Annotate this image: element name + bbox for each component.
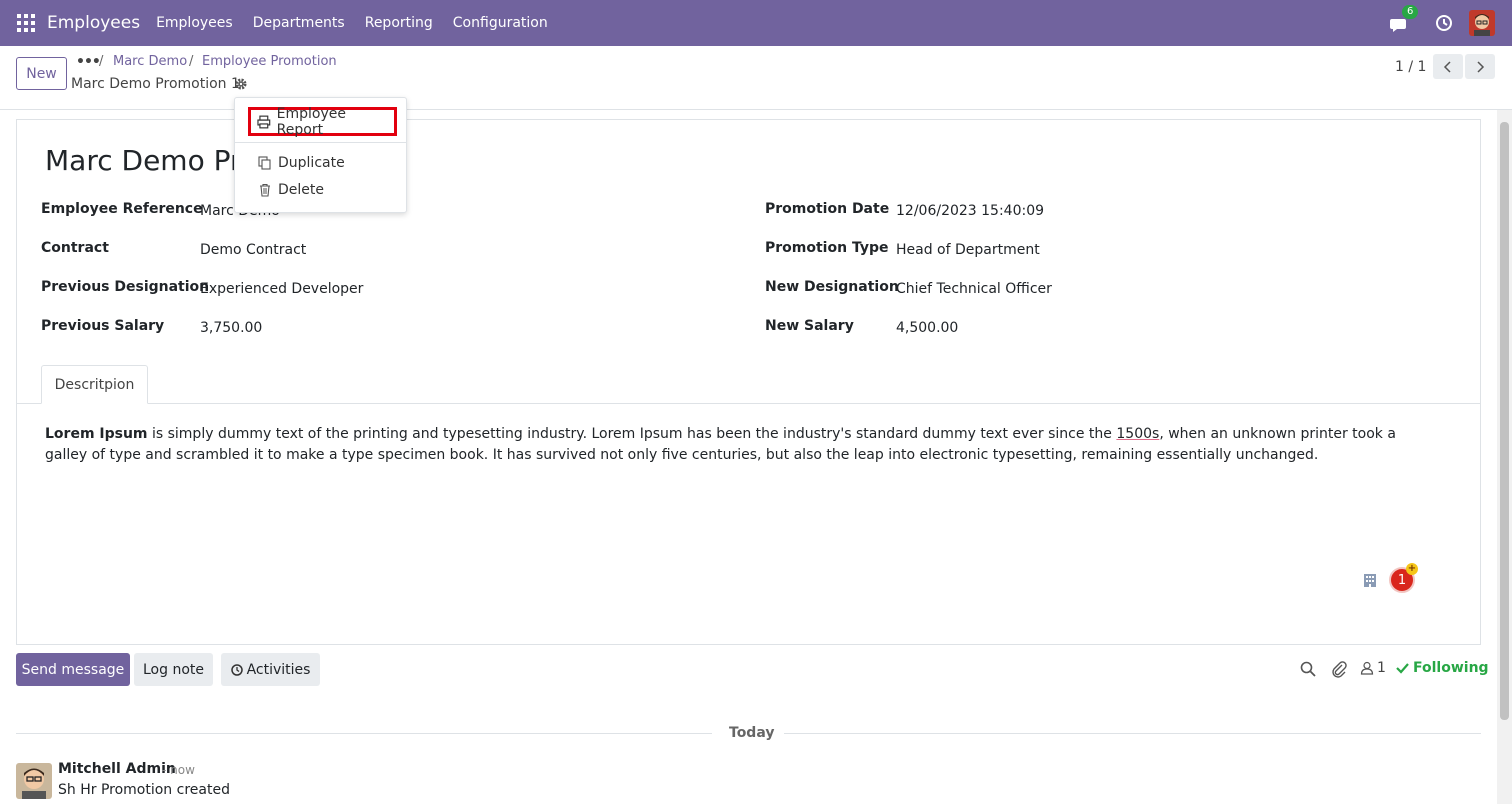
promotion-date-field[interactable]: 12/06/2023 15:40:09	[896, 203, 1044, 219]
chat-icon[interactable]: 6	[1389, 5, 1419, 35]
breadcrumb-separator: /	[99, 54, 104, 69]
description-text[interactable]: Lorem Ipsum is simply dummy text of the …	[45, 424, 1405, 466]
new-button[interactable]: New	[16, 57, 67, 90]
pager-next-button[interactable]	[1465, 54, 1495, 79]
dropdown-divider	[235, 142, 406, 143]
delete-menu-item[interactable]: Delete	[235, 178, 406, 202]
duplicate-label: Duplicate	[278, 155, 345, 171]
copy-icon	[258, 156, 271, 170]
tab-divider	[17, 403, 1480, 404]
employee-report-menu-item[interactable]: Employee Report	[248, 105, 397, 138]
breadcrumb-employee-promotion[interactable]: Employee Promotion	[202, 54, 337, 69]
menu-reporting[interactable]: Reporting	[365, 15, 433, 31]
activities-button[interactable]: Activities	[221, 653, 320, 686]
user-avatar[interactable]	[1469, 10, 1495, 36]
breadcrumb-marc-demo[interactable]: Marc Demo	[113, 54, 187, 69]
message-author[interactable]: Mitchell Admin	[58, 761, 176, 777]
message-body: Sh Hr Promotion created	[58, 782, 230, 798]
delete-label: Delete	[278, 182, 324, 198]
check-icon	[1396, 663, 1409, 674]
chevron-right-icon	[1477, 60, 1485, 73]
gear-icon[interactable]	[234, 77, 248, 91]
pager-value[interactable]: 1 / 1	[1395, 59, 1426, 75]
date-divider-line	[784, 733, 1481, 734]
date-separator: Today	[729, 725, 775, 741]
employee-reference-label: Employee Reference	[41, 201, 203, 217]
menu-employees[interactable]: Employees	[156, 15, 233, 31]
employee-report-label: Employee Report	[276, 105, 347, 138]
tab-description[interactable]: Descritpion	[41, 365, 148, 404]
add-plus-icon: +	[1406, 563, 1418, 575]
menu-departments[interactable]: Departments	[253, 15, 345, 31]
avatar[interactable]	[16, 763, 52, 799]
promotion-type-field[interactable]: Head of Department	[896, 242, 1040, 258]
user-icon	[1360, 661, 1374, 675]
paperclip-icon[interactable]	[1331, 660, 1347, 678]
promotion-type-label: Promotion Type	[765, 240, 889, 256]
new-designation-field[interactable]: Chief Technical Officer	[896, 281, 1052, 297]
apps-grid-icon[interactable]	[17, 14, 35, 32]
breadcrumb-more-icon[interactable]: •••	[76, 54, 101, 70]
send-message-button[interactable]: Send message	[16, 653, 130, 686]
printer-icon	[257, 115, 271, 128]
chat-badge: 6	[1402, 5, 1419, 19]
followers-count: 1	[1377, 660, 1386, 676]
contract-field[interactable]: Demo Contract	[200, 242, 306, 258]
clock-icon	[230, 663, 243, 676]
message-time: - now	[162, 763, 195, 777]
form-title: Marc Demo Pro	[45, 144, 259, 177]
new-salary-field[interactable]: 4,500.00	[896, 320, 958, 336]
trash-icon	[260, 183, 270, 197]
top-navbar: Employees Employees Departments Reportin…	[0, 0, 1512, 46]
app-title[interactable]: Employees	[47, 13, 140, 33]
previous-designation-label: Previous Designation	[41, 279, 210, 295]
following-label: Following	[1413, 660, 1489, 676]
new-designation-label: New Designation	[765, 279, 899, 295]
record-name: Marc Demo Promotion 1	[71, 76, 240, 92]
building-icon[interactable]	[1363, 572, 1379, 588]
pager-previous-button[interactable]	[1433, 54, 1463, 79]
contract-label: Contract	[41, 240, 109, 256]
action-dropdown-menu: Employee Report Duplicate Delete	[234, 97, 407, 213]
description-underlined: 1500s	[1116, 426, 1160, 442]
new-salary-label: New Salary	[765, 318, 854, 334]
description-bold: Lorem Ipsum	[45, 426, 148, 442]
previous-designation-field[interactable]: Experienced Developer	[200, 281, 363, 297]
navbar-systray: 6	[1389, 0, 1512, 46]
promotion-date-label: Promotion Date	[765, 201, 890, 217]
scrollbar[interactable]	[1497, 110, 1512, 804]
search-icon[interactable]	[1300, 661, 1316, 677]
scrollbar-thumb[interactable]	[1500, 122, 1509, 720]
control-panel: New ••• / Marc Demo / Employee Promotion…	[0, 46, 1512, 110]
date-divider-line	[16, 733, 712, 734]
followers-button[interactable]: 1	[1360, 660, 1386, 676]
previous-salary-field[interactable]: 3,750.00	[200, 320, 262, 336]
log-note-button[interactable]: Log note	[134, 653, 213, 686]
following-button[interactable]: Following	[1396, 660, 1489, 676]
menu-configuration[interactable]: Configuration	[453, 15, 548, 31]
duplicate-menu-item[interactable]: Duplicate	[235, 151, 406, 175]
clock-icon[interactable]	[1435, 12, 1457, 34]
chevron-left-icon	[1443, 60, 1451, 73]
previous-salary-label: Previous Salary	[41, 318, 165, 334]
breadcrumb-separator: /	[189, 54, 194, 69]
description-part1: is simply dummy text of the printing and…	[147, 426, 1117, 442]
activities-label: Activities	[246, 661, 311, 678]
